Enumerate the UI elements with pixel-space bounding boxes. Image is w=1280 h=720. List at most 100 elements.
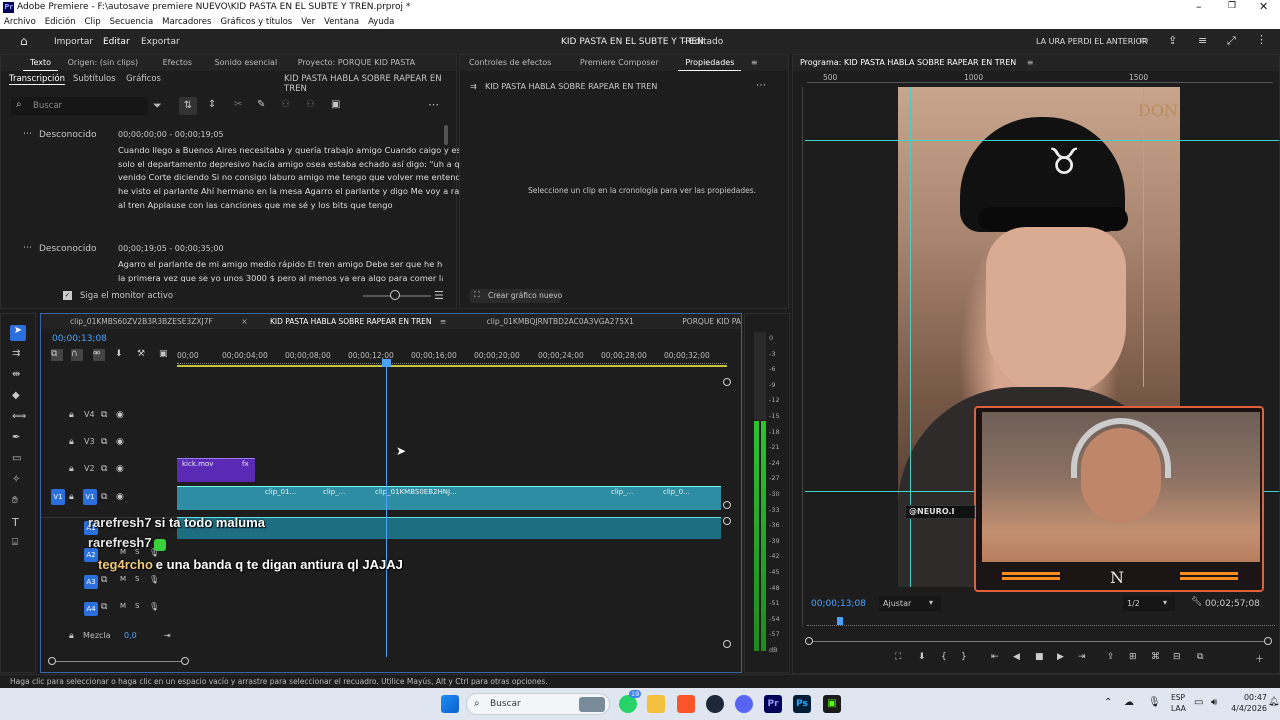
program-title[interactable]: Programa: KID PASTA HABLA SOBRE RAPEAR E… — [793, 55, 1023, 70]
tab-menu-icon[interactable]: ≡ — [433, 314, 453, 329]
tab-menu-icon[interactable]: ≡ — [744, 55, 765, 70]
playhead[interactable] — [386, 359, 387, 657]
speaker-label[interactable]: Desconocido — [39, 244, 97, 254]
slip-icon[interactable]: ⟺ — [12, 411, 26, 422]
tab-text[interactable]: Texto — [23, 55, 59, 71]
go-to-in-icon[interactable]: ⇤ — [991, 652, 999, 662]
vscroll-handle[interactable] — [723, 378, 731, 386]
tab-project[interactable]: Proyecto: PORQUE KID PASTA — [291, 55, 422, 70]
solo-button[interactable]: S — [135, 575, 139, 583]
sync-icon[interactable]: ⧉ — [101, 410, 107, 420]
mark-in-icon[interactable]: { — [941, 652, 947, 662]
mark-out-icon[interactable]: } — [961, 652, 967, 662]
sync-icon[interactable]: ⧉ — [101, 492, 107, 502]
menu-item[interactable]: Ventana — [324, 17, 359, 27]
extract-icon[interactable]: ⊞ — [1129, 652, 1137, 662]
razor-icon[interactable]: ◆ — [12, 390, 20, 401]
lock-icon[interactable]: 🔒︎ — [69, 492, 74, 502]
network-icon[interactable]: ☁ — [1124, 697, 1134, 708]
eye-icon[interactable]: ◉ — [116, 464, 124, 474]
sync-icon[interactable]: ⧉ — [101, 602, 107, 612]
solo-button[interactable]: S — [135, 602, 139, 610]
snap-icon[interactable]: ∩ — [71, 349, 83, 361]
close-icon[interactable]: ✕ — [1259, 0, 1268, 13]
eye-icon[interactable]: ◉ — [116, 410, 124, 420]
notification-icon[interactable]: 🔔︎ — [1268, 697, 1279, 707]
pen-icon[interactable]: ✒ — [12, 432, 20, 443]
speaker-label[interactable]: Desconocido — [39, 130, 97, 140]
tab-effects[interactable]: Efectos — [156, 55, 199, 70]
mix-value[interactable]: 0,0 — [124, 631, 137, 640]
mic-icon[interactable]: 🎙︎ — [1148, 697, 1161, 708]
nest-icon[interactable]: ⧉ — [51, 349, 63, 361]
timeline-timecode[interactable]: 00;00;13;08 — [52, 334, 107, 344]
search-box[interactable]: ⌕ Buscar — [11, 97, 148, 115]
wrench-icon[interactable]: 🔧︎ — [1191, 597, 1202, 607]
linked-icon[interactable]: ⚮ — [93, 349, 105, 361]
caption-tool-icon[interactable]: ⌸ — [12, 537, 18, 548]
chevron-up-icon[interactable]: ⌃ — [1104, 697, 1112, 708]
marker-icon[interactable]: ⛶ — [895, 652, 901, 662]
filter-icon[interactable]: ⏷ — [153, 99, 162, 113]
subtab-subtitles[interactable]: Subtítulos — [73, 74, 116, 84]
cut-icon[interactable]: ✂ — [234, 99, 242, 110]
subtab-graphics[interactable]: Gráficos — [126, 74, 161, 84]
mute-button[interactable]: M — [120, 575, 126, 583]
panel-icon[interactable]: ▭ — [1139, 35, 1148, 46]
zoom-end-handle[interactable] — [1264, 637, 1272, 645]
vscroll-handle[interactable] — [723, 640, 731, 648]
segment-text[interactable]: Cuando llego a Buenos Aires necesitaba y… — [118, 144, 480, 213]
search-input[interactable]: Buscar — [33, 101, 62, 111]
vscroll-handle[interactable] — [723, 501, 731, 509]
work-area-bar[interactable] — [177, 365, 727, 367]
language-top[interactable]: ESP — [1171, 693, 1185, 702]
subtab-transcription[interactable]: Transcripción — [9, 74, 66, 85]
multicam-icon[interactable]: ⧉ — [1197, 652, 1203, 662]
go-to-out-icon[interactable]: ⇥ — [1078, 652, 1086, 662]
follow-checkbox[interactable]: ✓ — [63, 291, 72, 300]
tab-effect-controls[interactable]: Controles de efectos — [462, 55, 558, 70]
menu-item[interactable]: Clip — [85, 17, 101, 27]
hscroll-bar[interactable] — [53, 661, 185, 662]
selection-tool-icon[interactable]: ➤ — [10, 325, 26, 341]
tab-properties[interactable]: Propiedades — [678, 55, 742, 71]
stop-icon[interactable]: ■ — [1035, 652, 1044, 662]
people2-icon[interactable]: ⚇ — [306, 99, 315, 110]
people-icon[interactable]: ⚇ — [281, 99, 290, 110]
photoshop-icon[interactable]: Ps — [793, 695, 811, 713]
clock-date[interactable]: 4/4/2026 — [1219, 704, 1267, 713]
track-a4-label[interactable]: A4 — [84, 602, 98, 616]
tab-export[interactable]: Exportar — [141, 37, 180, 47]
monitor-icon[interactable]: ▭ — [1194, 697, 1203, 708]
premiere-icon[interactable]: Pr — [764, 695, 782, 713]
rectangle-icon[interactable]: ▭ — [12, 453, 21, 464]
menu-item[interactable]: Ayuda — [368, 17, 394, 27]
merge-icon[interactable]: ⇕ — [208, 99, 216, 110]
tab-edit[interactable]: Editar — [103, 37, 130, 47]
brave-icon[interactable] — [677, 695, 695, 713]
program-scrubber[interactable] — [807, 620, 1275, 626]
share-icon[interactable]: ⇪ — [1168, 34, 1177, 47]
track-a3-label[interactable]: A3 — [84, 575, 98, 589]
tab-source[interactable]: Origen: (sin clips) — [61, 55, 145, 70]
lock-icon[interactable]: 🔒︎ — [69, 631, 74, 641]
hscroll-start[interactable] — [48, 657, 56, 665]
fit-dropdown[interactable]: Ajustar ▾ — [879, 596, 941, 611]
menu-item[interactable]: Gráficos y títulos — [220, 17, 292, 27]
taskbar-search[interactable]: ⌕ Buscar — [466, 693, 610, 715]
dots-icon[interactable]: ⋯ — [23, 243, 32, 253]
source-patch-v1[interactable]: V1 — [51, 489, 65, 505]
quality-dropdown[interactable]: 1/2 ▾ — [1123, 596, 1175, 611]
discord-icon[interactable] — [735, 695, 753, 713]
steam-icon[interactable] — [706, 695, 724, 713]
menu-item[interactable]: Archivo — [4, 17, 36, 27]
tab-sequence-3[interactable]: clip_01KMBQJRNTBD2AC0A3VGA275X1 — [480, 314, 641, 329]
home-icon[interactable]: ⌂ — [20, 34, 28, 48]
speaker-icon[interactable]: 🔊︎ — [1211, 697, 1217, 708]
compare-icon[interactable]: ⊟ — [1173, 652, 1181, 662]
caption-icon[interactable]: ▣ — [331, 99, 340, 110]
wrench-icon[interactable]: ⚒ — [137, 349, 145, 359]
split-icon[interactable]: ⇅ — [179, 97, 197, 115]
zoom-start-handle[interactable] — [805, 637, 813, 645]
tab-import[interactable]: Importar — [54, 37, 93, 47]
